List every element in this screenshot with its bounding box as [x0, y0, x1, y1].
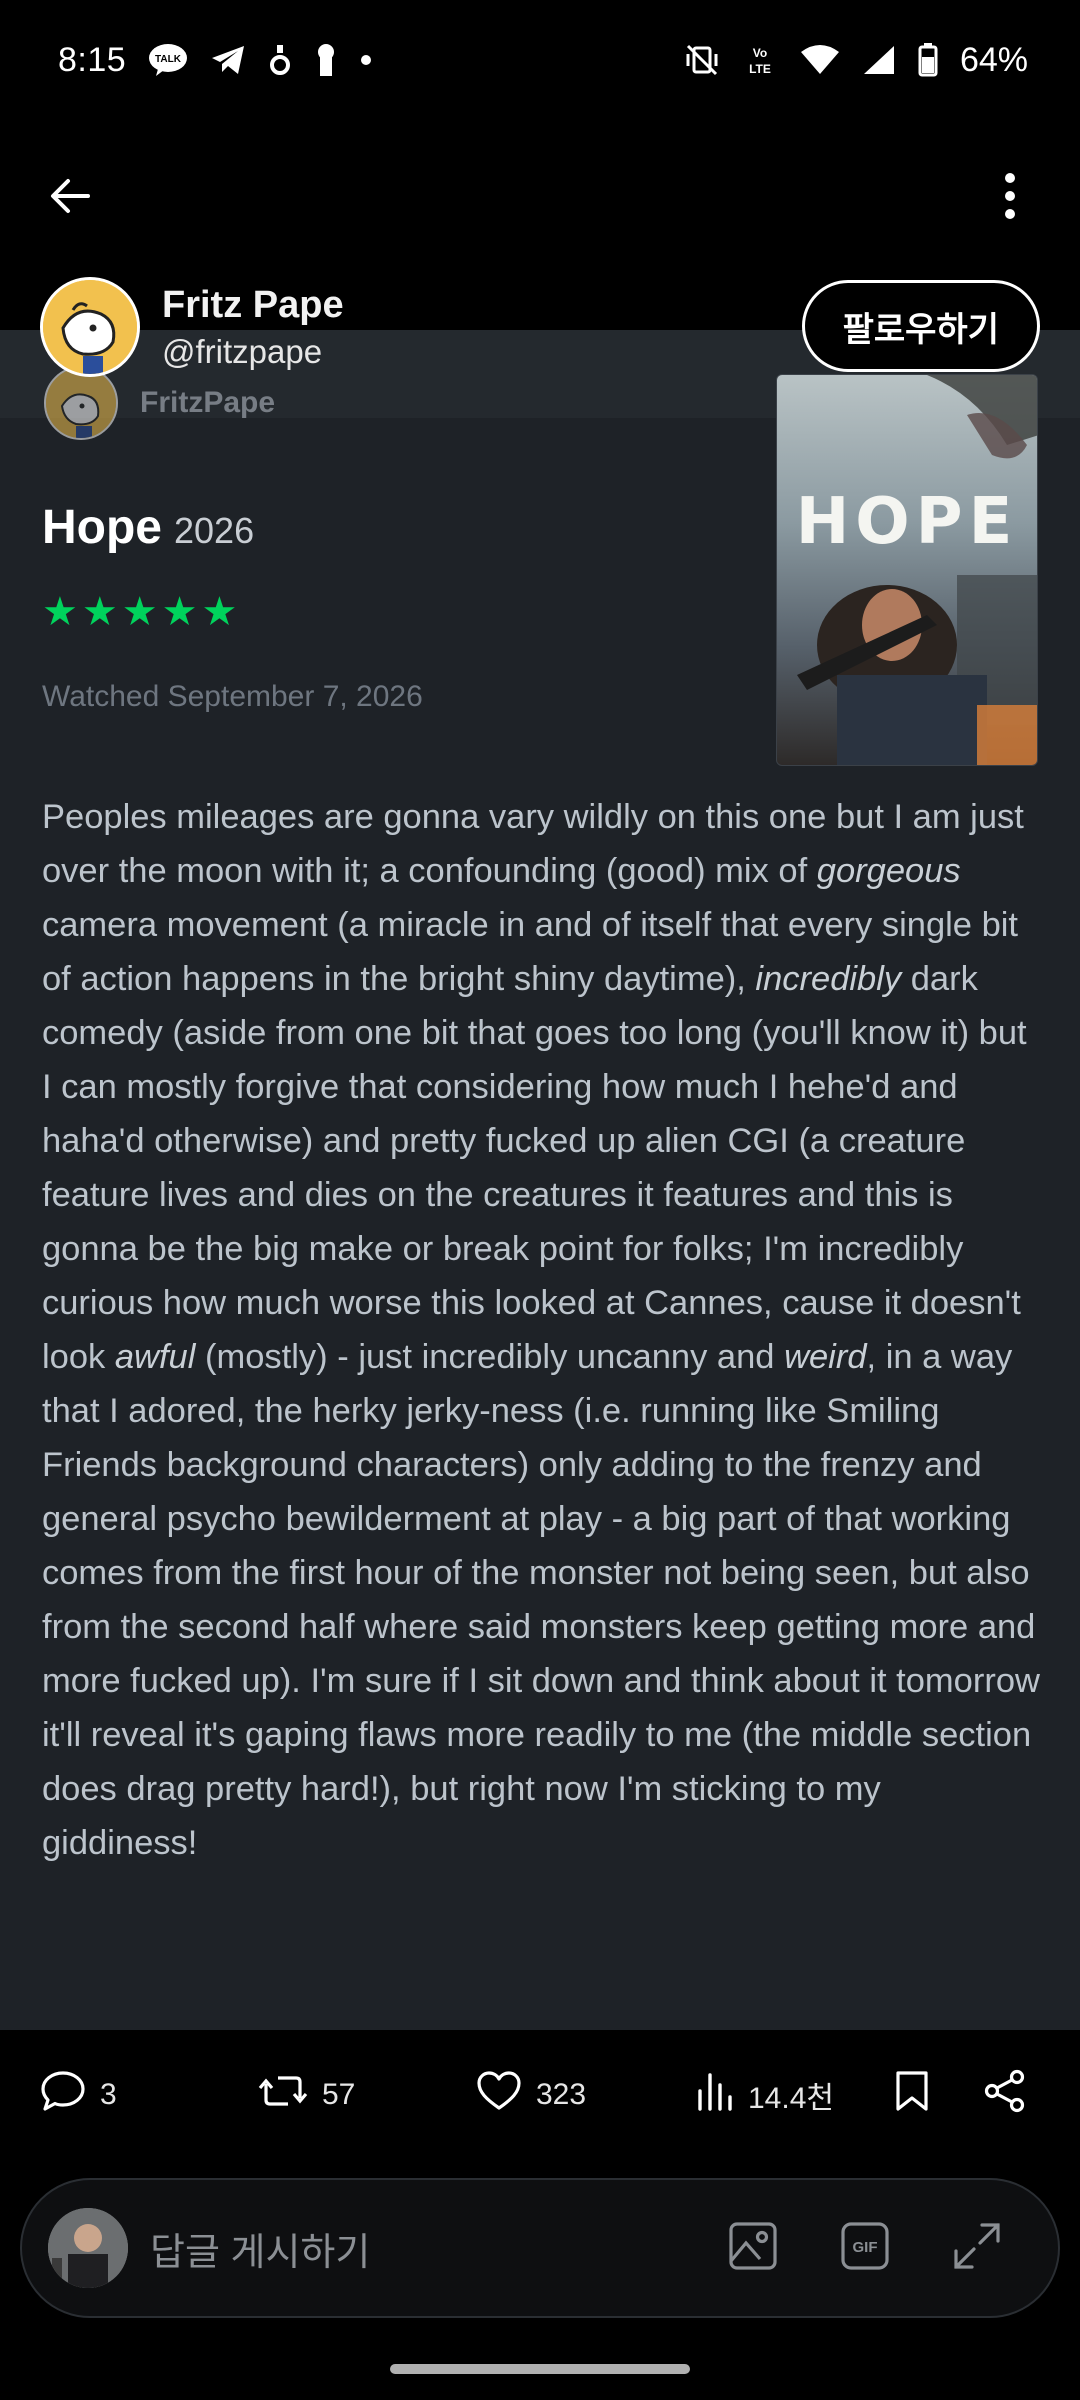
volte-icon: Vo LTE — [742, 43, 778, 77]
reply-count: 3 — [100, 2078, 117, 2111]
signal-icon — [862, 44, 896, 76]
svg-text:Vo: Vo — [753, 46, 767, 60]
svg-text:LTE: LTE — [749, 62, 771, 76]
follow-button[interactable]: 팔로우하기 — [801, 280, 1040, 372]
review-emphasis: awful — [114, 1338, 196, 1376]
telegram-icon — [210, 44, 246, 76]
home-indicator[interactable] — [390, 2364, 690, 2374]
user-handle[interactable]: @fritzpape — [162, 333, 344, 371]
film-poster[interactable]: HOPE — [776, 374, 1038, 766]
review-segment: , in a way that I adored, the herky jerk… — [42, 1338, 1040, 1862]
image-icon[interactable] — [728, 2221, 778, 2276]
reply-button[interactable]: 3 — [40, 2070, 258, 2120]
review-card[interactable]: FritzPape HOPE Hope 2026 ★ ★ ★ ★ ★ Watch… — [0, 330, 1080, 2030]
review-emphasis: weird — [784, 1338, 867, 1376]
star-icon: ★ — [161, 590, 198, 634]
more-options-button[interactable] — [980, 168, 1040, 228]
user-text: Fritz Pape @fritzpape — [162, 284, 344, 371]
composer-tools: GIF — [728, 2221, 1002, 2276]
views-count: 14.4천 — [748, 2082, 834, 2115]
status-right: Vo LTE 64% — [684, 41, 1028, 80]
bar-chart-icon — [694, 2071, 734, 2119]
svg-text:TALK: TALK — [155, 54, 182, 65]
reply-composer[interactable]: 답글 게시하기 GIF — [20, 2178, 1060, 2318]
status-bar: 8:15 TALK Vo LTE 64% — [0, 0, 1080, 120]
share-icon — [984, 2069, 1026, 2121]
bookmark-button[interactable] — [894, 2070, 984, 2120]
review-emphasis: gorgeous — [816, 852, 961, 890]
current-user-avatar — [48, 2208, 128, 2288]
dot-icon — [360, 54, 372, 66]
like-button[interactable]: 323 — [476, 2070, 694, 2120]
kakaotalk-icon: TALK — [148, 43, 188, 77]
status-time: 8:15 — [58, 40, 127, 79]
share-button[interactable] — [984, 2069, 1026, 2121]
card-author-name: FritzPape — [140, 386, 276, 419]
expand-icon[interactable] — [952, 2221, 1002, 2276]
repost-icon — [258, 2070, 308, 2120]
poster-title: HOPE — [795, 485, 1019, 559]
app-icon — [268, 43, 292, 77]
star-icon: ★ — [42, 590, 78, 634]
review-segment: (mostly) - just incredibly uncanny and — [195, 1338, 785, 1376]
battery-icon — [918, 43, 938, 77]
review-emphasis: incredibly — [755, 960, 902, 998]
star-icon: ★ — [201, 590, 238, 634]
reply-input[interactable]: 답글 게시하기 — [150, 2221, 728, 2276]
keyhole-icon — [314, 42, 338, 78]
rating-stars: ★ ★ ★ ★ ★ — [42, 592, 237, 632]
heart-icon — [476, 2070, 522, 2120]
reply-icon — [40, 2070, 86, 2120]
action-bar: 3 57 323 14.4천 — [0, 2060, 1080, 2130]
svg-text:GIF: GIF — [853, 2239, 878, 2256]
star-icon: ★ — [81, 590, 118, 634]
views-button[interactable]: 14.4천 — [694, 2071, 894, 2119]
film-title-row: Hope 2026 — [42, 500, 254, 555]
review-text: Peoples mileages are gonna vary wildly o… — [42, 790, 1042, 1870]
vibrate-off-icon — [684, 42, 720, 78]
review-segment: dark comedy (aside from one bit that goe… — [42, 960, 1027, 1376]
star-icon: ★ — [121, 590, 158, 634]
repost-button[interactable]: 57 — [258, 2070, 476, 2120]
watched-date: Watched September 7, 2026 — [42, 680, 423, 713]
film-year: 2026 — [174, 510, 255, 551]
more-vertical-icon — [1004, 172, 1016, 225]
status-left: 8:15 TALK — [58, 41, 372, 80]
battery-percent: 64% — [959, 40, 1028, 79]
app-header — [0, 140, 1080, 256]
gif-icon[interactable]: GIF — [840, 2221, 890, 2276]
back-button[interactable] — [40, 168, 100, 228]
avatar[interactable] — [40, 277, 140, 377]
like-count: 323 — [536, 2078, 587, 2111]
repost-count: 57 — [322, 2078, 356, 2111]
arrow-left-icon — [48, 176, 92, 221]
display-name[interactable]: Fritz Pape — [162, 284, 344, 327]
film-title: Hope — [42, 501, 162, 554]
bookmark-icon — [894, 2070, 930, 2120]
wifi-icon — [800, 44, 840, 76]
profile-row: Fritz Pape @fritzpape 팔로우하기 — [40, 272, 1040, 382]
